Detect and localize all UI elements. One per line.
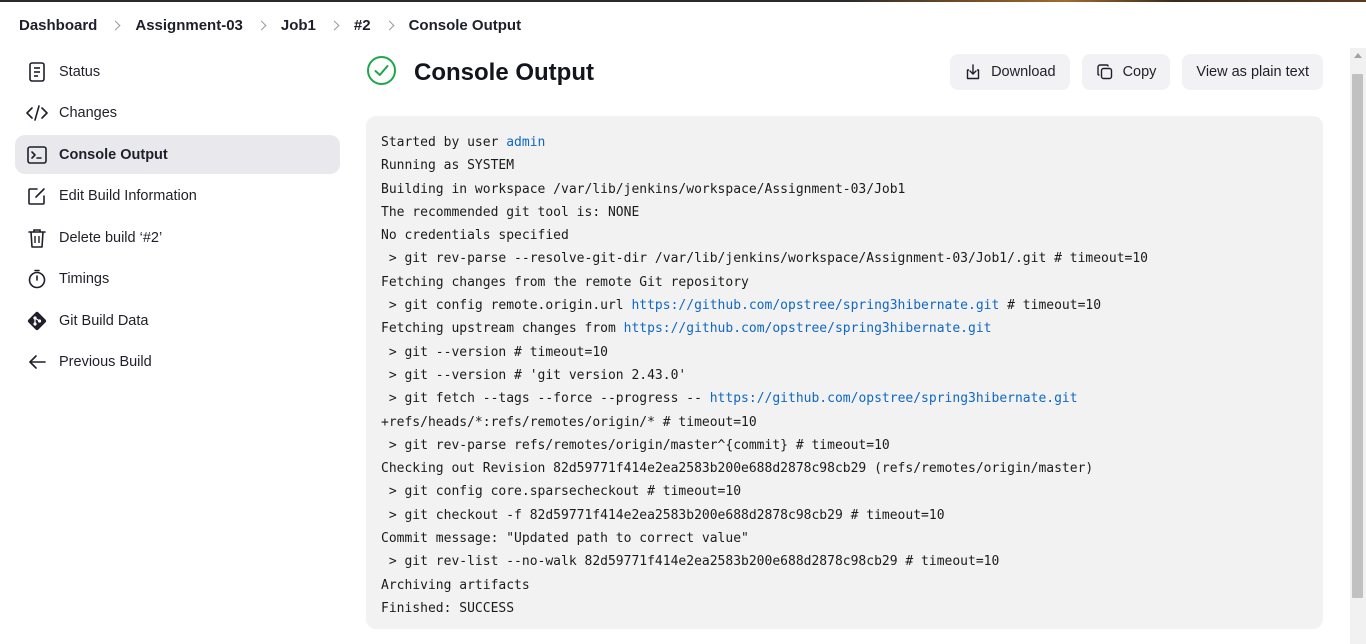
console-line: Checking out Revision 82d59771f414e2ea25… [381, 457, 1308, 480]
download-button[interactable]: Download [950, 54, 1070, 90]
copy-icon [1096, 63, 1114, 81]
sidebar-item-previous-build[interactable]: Previous Build [15, 343, 340, 382]
code-icon [26, 102, 48, 124]
console-text: Commit message: "Updated path to correct… [381, 531, 749, 547]
console-text: > git checkout -f 82d59771f414e2ea2583b2… [381, 507, 945, 523]
console-text: +refs/heads/*:refs/remotes/origin/* # ti… [381, 414, 757, 430]
console-text: Finished: SUCCESS [381, 600, 515, 616]
console-text: > git rev-list --no-walk 82d59771f414e2e… [381, 554, 1000, 570]
console-line: Commit message: "Updated path to correct… [381, 527, 1308, 550]
download-label: Download [991, 64, 1056, 80]
console-output-panel: Started by user admin Running as SYSTEM Bu… [366, 116, 1323, 629]
chevron-right-icon [110, 20, 121, 30]
console-text: No credentials specified [381, 228, 569, 244]
console-line: +refs/heads/*:refs/remotes/origin/* # ti… [381, 411, 1308, 434]
console-text: > git fetch --tags --force --progress -- [381, 391, 710, 407]
trash-icon [26, 227, 48, 249]
sidebar-item-delete-build[interactable]: Delete build ‘#2’ [15, 218, 340, 257]
console-link[interactable]: https://github.com/opstree/spring3hibern… [631, 298, 999, 313]
stopwatch-icon [26, 268, 48, 290]
page-title: Console Output [414, 59, 594, 86]
page-heading: Console Output [366, 55, 594, 91]
console-line: > git checkout -f 82d59771f414e2ea2583b2… [381, 504, 1308, 527]
console-text: The recommended git tool is: NONE [381, 204, 640, 220]
console-line: > git config remote.origin.url https://g… [381, 294, 1308, 317]
sidebar-item-label: Edit Build Information [59, 188, 197, 204]
console-line: > git rev-list --no-walk 82d59771f414e2e… [381, 550, 1308, 573]
console-line: > git rev-parse refs/remotes/origin/mast… [381, 434, 1308, 457]
console-text: Running as SYSTEM [381, 158, 515, 174]
sidebar-item-edit-build-information[interactable]: Edit Build Information [15, 177, 340, 216]
console-text: > git --version # timeout=10 [381, 344, 608, 360]
sidebar-item-label: Previous Build [59, 354, 152, 370]
copy-button[interactable]: Copy [1081, 54, 1171, 90]
console-link[interactable]: https://github.com/opstree/spring3hibern… [710, 391, 1078, 406]
sidebar-item-label: Git Build Data [59, 312, 149, 329]
console-text: Building in workspace /var/lib/jenkins/w… [381, 181, 906, 197]
console-line: > git rev-parse --resolve-git-dir /var/l… [381, 247, 1308, 270]
success-check-icon [366, 55, 397, 91]
console-text: > git config core.sparsecheckout # timeo… [381, 484, 742, 500]
console-line: Started by user admin [381, 131, 1308, 154]
console-line: > git --version # timeout=10 [381, 341, 1308, 364]
console-text: > git config remote.origin.url [381, 298, 632, 314]
console-text: > git rev-parse --resolve-git-dir /var/l… [381, 251, 1149, 267]
sidebar-item-timings[interactable]: Timings [15, 260, 340, 299]
console-text: Checking out Revision 82d59771f414e2ea25… [381, 461, 1094, 477]
console-text: Fetching changes from the remote Git rep… [381, 274, 749, 290]
page-scrollbar[interactable] [1350, 48, 1366, 644]
arrow-left-icon [26, 351, 48, 373]
breadcrumb-console-output[interactable]: Console Output [409, 17, 522, 34]
document-icon [26, 61, 48, 83]
console-text: > git rev-parse refs/remotes/origin/mast… [381, 437, 890, 453]
copy-label: Copy [1122, 64, 1157, 80]
scroll-up-arrow-icon[interactable] [1354, 53, 1362, 58]
sidebar-item-label: Console Output [59, 146, 168, 163]
breadcrumb: Dashboard Assignment-03 Job1 #2 Console … [0, 2, 1366, 48]
chevron-right-icon [384, 20, 395, 30]
git-icon [26, 310, 48, 332]
sidebar-item-label: Delete build ‘#2’ [59, 229, 163, 246]
console-link[interactable]: admin [506, 135, 545, 150]
console-line: Running as SYSTEM [381, 154, 1308, 177]
breadcrumb-assignment[interactable]: Assignment-03 [135, 17, 243, 34]
scrollbar-thumb[interactable] [1352, 74, 1363, 598]
sidebar-item-label: Changes [59, 105, 118, 121]
console-text: Archiving artifacts [381, 577, 530, 593]
console-line: > git --version # 'git version 2.43.0' [381, 364, 1308, 387]
console-line: The recommended git tool is: NONE [381, 201, 1308, 224]
sidebar-item-git-build-data[interactable]: Git Build Data [15, 301, 340, 340]
sidebar-item-label: Status [59, 63, 101, 80]
edit-icon [26, 185, 48, 207]
console-actions: Download Copy View as plain text [950, 54, 1323, 90]
sidebar-item-status[interactable]: Status [15, 52, 340, 91]
sidebar-item-changes[interactable]: Changes [15, 94, 340, 133]
sidebar-item-console-output[interactable]: Console Output [15, 135, 340, 174]
chevron-right-icon [329, 20, 340, 30]
console-line: Building in workspace /var/lib/jenkins/w… [381, 178, 1308, 201]
console-line: > git fetch --tags --force --progress --… [381, 387, 1308, 410]
console-text: Started by user [381, 135, 507, 150]
sidebar: Status Changes Console Output Edit Build… [15, 52, 340, 384]
view-plain-text-label: View as plain text [1196, 64, 1309, 80]
view-plain-text-button[interactable]: View as plain text [1182, 54, 1323, 90]
chevron-right-icon [256, 20, 267, 30]
breadcrumb-dashboard[interactable]: Dashboard [19, 17, 97, 34]
console-link[interactable]: https://github.com/opstree/spring3hibern… [624, 321, 992, 336]
console-line: No credentials specified [381, 224, 1308, 247]
breadcrumb-build[interactable]: #2 [354, 17, 371, 34]
console-line: Archiving artifacts [381, 574, 1308, 597]
console-text: Fetching upstream changes from [381, 321, 624, 337]
console-text: > git --version # 'git version 2.43.0' [381, 367, 687, 383]
console-line: Fetching upstream changes from https://g… [381, 317, 1308, 340]
breadcrumb-job[interactable]: Job1 [281, 17, 316, 34]
console-line: > git config core.sparsecheckout # timeo… [381, 480, 1308, 503]
sidebar-item-label: Timings [59, 271, 110, 287]
console-line: Finished: SUCCESS [381, 597, 1308, 620]
terminal-icon [26, 144, 48, 166]
console-text: # timeout=10 [999, 298, 1102, 314]
console-line: Fetching changes from the remote Git rep… [381, 271, 1308, 294]
download-icon [964, 63, 982, 81]
